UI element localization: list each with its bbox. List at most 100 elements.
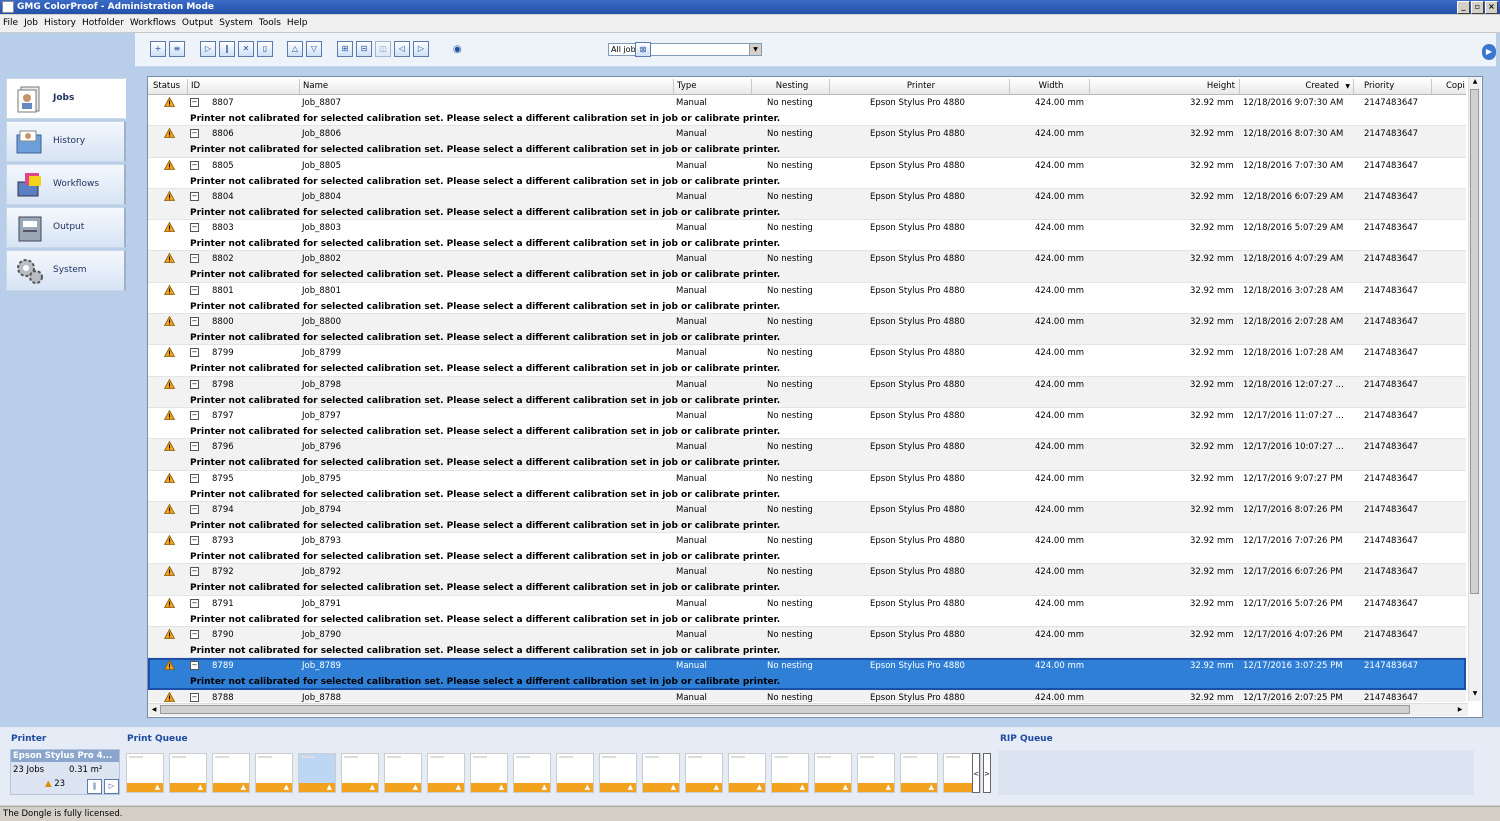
- menu-tools[interactable]: Tools: [256, 15, 284, 32]
- queue-next-icon[interactable]: >: [983, 753, 991, 793]
- table-row[interactable]: − 8803 Job_8803 Manual No nesting Epson Stylu…: [148, 220, 1466, 252]
- horizontal-scroll-thumb[interactable]: [160, 705, 1410, 714]
- restore-button[interactable]: ▫: [1471, 1, 1484, 14]
- table-row[interactable]: − 8805 Job_8805 Manual No nesting Epson Stylu…: [148, 158, 1466, 189]
- table-row[interactable]: − 8802 Job_8802 Manual No nesting Epson Stylu…: [148, 251, 1466, 283]
- queue-job-thumbnail[interactable]: ▲: [298, 753, 336, 793]
- col-copies[interactable]: Copi: [1432, 79, 1466, 94]
- table-row[interactable]: − 8797 Job_8797 Manual No nesting Epson Stylu…: [148, 408, 1466, 440]
- menu-history[interactable]: History: [41, 15, 79, 32]
- collapse-icon[interactable]: −: [190, 598, 199, 608]
- table-row[interactable]: − 8792 Job_8792 Manual No nesting Epson Stylu…: [148, 564, 1466, 596]
- queue-job-thumbnail[interactable]: ▲: [513, 753, 551, 793]
- vertical-scrollbar[interactable]: ▲ ▼: [1468, 77, 1481, 701]
- collapse-icon[interactable]: −: [190, 630, 199, 640]
- move-up-icon[interactable]: △: [287, 41, 303, 57]
- queue-job-thumbnail[interactable]: ▲: [642, 753, 680, 793]
- menu-job[interactable]: Job: [21, 15, 41, 32]
- menu-workflows[interactable]: Workflows: [127, 15, 179, 32]
- queue-job-thumbnail[interactable]: ▲: [384, 753, 422, 793]
- collapse-icon[interactable]: −: [190, 504, 199, 514]
- menu-output[interactable]: Output: [179, 15, 216, 32]
- printer-start-icon[interactable]: ▷: [104, 779, 119, 794]
- col-type[interactable]: Type: [674, 79, 752, 94]
- table-row[interactable]: − 8806 Job_8806 Manual No nesting Epson Stylu…: [148, 126, 1466, 158]
- collapse-icon[interactable]: −: [190, 223, 199, 233]
- queue-job-thumbnail[interactable]: ▲: [900, 753, 938, 793]
- close-button[interactable]: ×: [1485, 1, 1498, 14]
- horizontal-scrollbar[interactable]: ◀ ▶: [148, 703, 1468, 716]
- move-down-icon[interactable]: ▽: [306, 41, 322, 57]
- minimize-button[interactable]: _: [1457, 1, 1470, 14]
- collapse-icon[interactable]: −: [190, 536, 199, 546]
- menu-file[interactable]: File: [0, 15, 21, 32]
- queue-job-thumbnail[interactable]: ▲: [169, 753, 207, 793]
- table-row[interactable]: − 8796 Job_8796 Manual No nesting Epson Stylu…: [148, 439, 1466, 471]
- next-icon[interactable]: ▷: [413, 41, 429, 57]
- collapse-icon[interactable]: −: [190, 473, 199, 483]
- queue-job-thumbnail[interactable]: ▲: [212, 753, 250, 793]
- nest-remove-icon[interactable]: ◫: [375, 41, 391, 57]
- collapse-icon[interactable]: −: [190, 442, 199, 452]
- sidebar-item-output[interactable]: Output: [6, 207, 126, 248]
- pause-icon[interactable]: ‖: [219, 41, 235, 57]
- table-row[interactable]: − 8801 Job_8801 Manual No nesting Epson Stylu…: [148, 283, 1466, 315]
- sidebar-item-jobs[interactable]: Jobs: [6, 78, 126, 119]
- chevron-down-icon[interactable]: ▼: [749, 44, 761, 55]
- queue-job-thumbnail[interactable]: ▲: [470, 753, 508, 793]
- collapse-icon[interactable]: −: [190, 285, 199, 295]
- collapse-icon[interactable]: −: [190, 98, 199, 107]
- clear-filter-icon[interactable]: ⊠: [635, 42, 651, 57]
- queue-job-thumbnail[interactable]: ▲: [771, 753, 809, 793]
- nest-icon[interactable]: ⊞: [337, 41, 353, 57]
- vertical-scroll-thumb[interactable]: [1470, 89, 1479, 594]
- sidebar-item-system[interactable]: System: [6, 250, 126, 291]
- collapse-icon[interactable]: −: [190, 317, 199, 327]
- col-priority[interactable]: Priority: [1354, 79, 1432, 94]
- table-row[interactable]: − 8788 Job_8788 Manual No nesting Epson Stylu…: [148, 689, 1466, 702]
- queue-prev-icon[interactable]: <: [972, 753, 980, 793]
- scroll-down-icon[interactable]: ▼: [1470, 689, 1480, 699]
- table-row[interactable]: − 8794 Job_8794 Manual No nesting Epson Stylu…: [148, 501, 1466, 534]
- collapse-icon[interactable]: −: [190, 160, 199, 170]
- printer-pause-icon[interactable]: ‖: [87, 779, 102, 794]
- menu-system[interactable]: System: [216, 15, 256, 32]
- col-nesting[interactable]: Nesting: [752, 79, 830, 94]
- scroll-left-icon[interactable]: ◀: [149, 705, 159, 715]
- queue-job-thumbnail[interactable]: ▲: [685, 753, 723, 793]
- collapse-icon[interactable]: −: [190, 254, 199, 264]
- table-row[interactable]: − 8795 Job_8795 Manual No nesting Epson Stylu…: [148, 471, 1466, 502]
- sidebar-item-workflows[interactable]: Workflows: [6, 164, 126, 205]
- collapse-icon[interactable]: −: [190, 692, 199, 702]
- menu-hotfolder[interactable]: Hotfolder: [79, 15, 127, 32]
- new-job-icon[interactable]: +: [150, 41, 166, 57]
- collapse-icon[interactable]: −: [190, 410, 199, 420]
- scroll-right-icon[interactable]: ▶: [1455, 705, 1465, 715]
- table-row[interactable]: − 8800 Job_8800 Manual No nesting Epson Stylu…: [148, 314, 1466, 346]
- start-icon[interactable]: ▷: [200, 41, 216, 57]
- col-width[interactable]: Width: [1010, 79, 1090, 94]
- queue-job-thumbnail[interactable]: ▲: [341, 753, 379, 793]
- delete-icon[interactable]: ▯: [257, 41, 273, 57]
- table-row[interactable]: − 8790 Job_8790 Manual No nesting Epson Stylu…: [148, 627, 1466, 659]
- collapse-icon[interactable]: −: [190, 379, 199, 389]
- nest-add-icon[interactable]: ⊟: [356, 41, 372, 57]
- table-row[interactable]: − 8791 Job_8791 Manual No nesting Epson Stylu…: [148, 596, 1466, 628]
- printer-card[interactable]: Epson Stylus Pro 4... 23 Jobs 0.31 m² ▲ …: [10, 749, 120, 795]
- sidebar-item-history[interactable]: History: [6, 121, 126, 162]
- menu-help[interactable]: Help: [284, 15, 311, 32]
- queue-job-thumbnail[interactable]: ▲: [728, 753, 766, 793]
- queue-job-thumbnail[interactable]: ▲: [255, 753, 293, 793]
- previous-icon[interactable]: ◁: [394, 41, 410, 57]
- col-printer[interactable]: Printer: [830, 79, 1010, 94]
- table-row[interactable]: − 8789 Job_8789 Manual No nesting Epson Stylu…: [148, 658, 1466, 690]
- edit-job-icon[interactable]: ≡: [169, 41, 185, 57]
- table-row[interactable]: − 8798 Job_8798 Manual No nesting Epson Stylu…: [148, 376, 1466, 408]
- queue-job-thumbnail[interactable]: ▲: [427, 753, 465, 793]
- col-status[interactable]: Status: [150, 79, 188, 94]
- table-row[interactable]: − 8799 Job_8799 Manual No nesting Epson Stylu…: [148, 345, 1466, 377]
- collapse-icon[interactable]: −: [190, 348, 199, 358]
- cancel-icon[interactable]: ✕: [238, 41, 254, 57]
- col-name[interactable]: Name: [300, 79, 674, 94]
- col-height[interactable]: Height: [1090, 79, 1240, 94]
